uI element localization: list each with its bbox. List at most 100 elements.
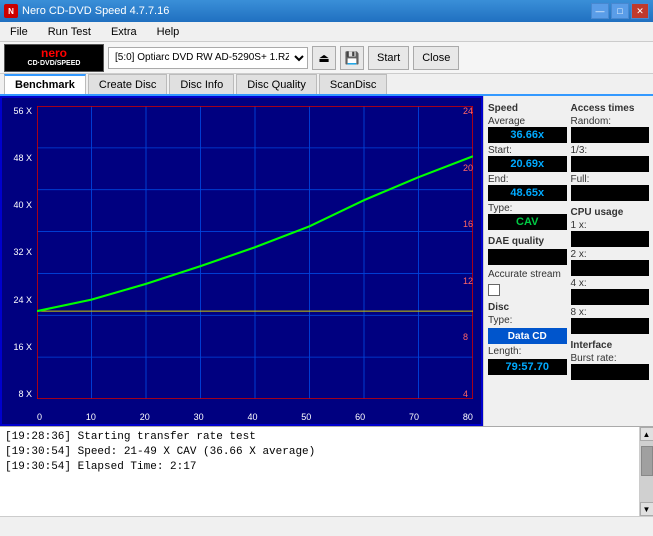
y-axis-left: 56 X 48 X 40 X 32 X 24 X 16 X 8 X [2, 106, 35, 399]
y-axis-right: 24 20 16 12 8 4 [461, 106, 481, 399]
x-label-80: 80 [463, 412, 473, 422]
speed-section-title: Speed [488, 103, 567, 114]
random-value [571, 127, 650, 143]
app-logo: nero CD·DVD/SPEED [4, 44, 104, 72]
cpu-2x-stat: 2 x: [571, 249, 650, 276]
random-stat: Random: [571, 116, 650, 143]
log-line-3: [19:30:54] Elapsed Time: 2:17 [5, 460, 634, 475]
one-third-stat: 1/3: [571, 145, 650, 172]
average-stat: Average 36.66x [488, 116, 567, 143]
y-right-4: 4 [463, 389, 468, 399]
menu-help[interactable]: Help [151, 24, 186, 40]
burst-label: Burst rate: [571, 353, 650, 364]
cpu-4x-label: 4 x: [571, 278, 650, 289]
y-right-16: 16 [463, 219, 473, 229]
cpu-1x-label: 1 x: [571, 220, 650, 231]
status-bar [0, 516, 653, 536]
x-label-70: 70 [409, 412, 419, 422]
y-right-12: 12 [463, 276, 473, 286]
y-label-24: 24 X [13, 295, 32, 305]
accurate-stream-checkbox[interactable] [488, 284, 500, 296]
scroll-track[interactable] [640, 441, 653, 502]
eject-icon[interactable]: ⏏ [312, 46, 336, 70]
accurate-stream-label: Accurate stream [488, 269, 567, 280]
tabs: Benchmark Create Disc Disc Info Disc Qua… [0, 74, 653, 96]
stats-right-col: Access times Random: 1/3: Full: CPU usag… [571, 100, 650, 422]
scroll-thumb[interactable] [641, 446, 653, 476]
disc-type-value: Data CD [488, 328, 567, 344]
window-controls: — □ ✕ [591, 3, 649, 19]
drive-selector[interactable]: [5:0] Optiarc DVD RW AD-5290S+ 1.RZ [108, 47, 308, 69]
minimize-button[interactable]: — [591, 3, 609, 19]
disc-length-value: 79:57.70 [488, 359, 567, 375]
cpu-1x-value [571, 231, 650, 247]
cpu-1x-stat: 1 x: [571, 220, 650, 247]
chart-svg [37, 106, 473, 399]
save-icon[interactable]: 💾 [340, 46, 364, 70]
tab-benchmark[interactable]: Benchmark [4, 74, 86, 94]
menu-bar: File Run Test Extra Help [0, 22, 653, 42]
x-label-60: 60 [355, 412, 365, 422]
toolbar: nero CD·DVD/SPEED [5:0] Optiarc DVD RW A… [0, 42, 653, 74]
x-label-10: 10 [86, 412, 96, 422]
stats-left-col: Speed Average 36.66x Start: 20.69x End: … [488, 100, 567, 422]
maximize-button[interactable]: □ [611, 3, 629, 19]
average-label: Average [488, 116, 567, 127]
one-third-label: 1/3: [571, 145, 650, 156]
cpu-2x-value [571, 260, 650, 276]
full-label: Full: [571, 174, 650, 185]
close-button[interactable]: Close [413, 46, 459, 70]
x-label-40: 40 [247, 412, 257, 422]
panel-columns: Speed Average 36.66x Start: 20.69x End: … [488, 100, 649, 422]
start-stat: Start: 20.69x [488, 145, 567, 172]
scroll-down-button[interactable]: ▼ [640, 502, 653, 516]
average-value: 36.66x [488, 127, 567, 143]
x-label-0: 0 [37, 412, 42, 422]
main-area: 56 X 48 X 40 X 32 X 24 X 16 X 8 X [0, 96, 653, 426]
x-label-50: 50 [301, 412, 311, 422]
one-third-value [571, 156, 650, 172]
menu-file[interactable]: File [4, 24, 34, 40]
y-right-20: 20 [463, 163, 473, 173]
close-window-button[interactable]: ✕ [631, 3, 649, 19]
tab-scan-disc[interactable]: ScanDisc [319, 74, 387, 94]
y-label-56: 56 X [13, 106, 32, 116]
y-right-8: 8 [463, 332, 468, 342]
chart-area: 56 X 48 X 40 X 32 X 24 X 16 X 8 X [0, 96, 483, 426]
cpu-section-title: CPU usage [571, 207, 650, 218]
tab-disc-info[interactable]: Disc Info [169, 74, 234, 94]
full-stat: Full: [571, 174, 650, 201]
start-value: 20.69x [488, 156, 567, 172]
disc-type-label: Type: [488, 315, 567, 326]
log-area: [19:28:36] Starting transfer rate test [… [0, 426, 653, 516]
dae-section-title: DAE quality [488, 236, 567, 247]
start-label: Start: [488, 145, 567, 156]
cpu-8x-stat: 8 x: [571, 307, 650, 334]
disc-section-title: Disc [488, 302, 567, 313]
burst-stat: Burst rate: [571, 353, 650, 380]
type-stat: Type: CAV [488, 203, 567, 230]
title-bar: N Nero CD-DVD Speed 4.7.7.16 — □ ✕ [0, 0, 653, 22]
end-stat: End: 48.65x [488, 174, 567, 201]
scroll-up-button[interactable]: ▲ [640, 427, 653, 441]
x-label-30: 30 [194, 412, 204, 422]
y-right-24: 24 [463, 106, 473, 116]
interface-section-title: Interface [571, 340, 650, 351]
random-label: Random: [571, 116, 650, 127]
menu-run-test[interactable]: Run Test [42, 24, 97, 40]
cpu-8x-value [571, 318, 650, 334]
accurate-stream-checkbox-area[interactable] [488, 284, 567, 296]
cpu-4x-stat: 4 x: [571, 278, 650, 305]
chart-inner [37, 106, 473, 399]
y-label-16: 16 X [13, 342, 32, 352]
tab-create-disc[interactable]: Create Disc [88, 74, 167, 94]
start-button[interactable]: Start [368, 46, 409, 70]
full-value [571, 185, 650, 201]
x-axis: 0 10 20 30 40 50 60 70 80 [37, 412, 473, 422]
menu-extra[interactable]: Extra [105, 24, 143, 40]
end-label: End: [488, 174, 567, 185]
y-label-48: 48 X [13, 153, 32, 163]
cpu-8x-label: 8 x: [571, 307, 650, 318]
tab-disc-quality[interactable]: Disc Quality [236, 74, 317, 94]
dae-value [488, 249, 567, 265]
